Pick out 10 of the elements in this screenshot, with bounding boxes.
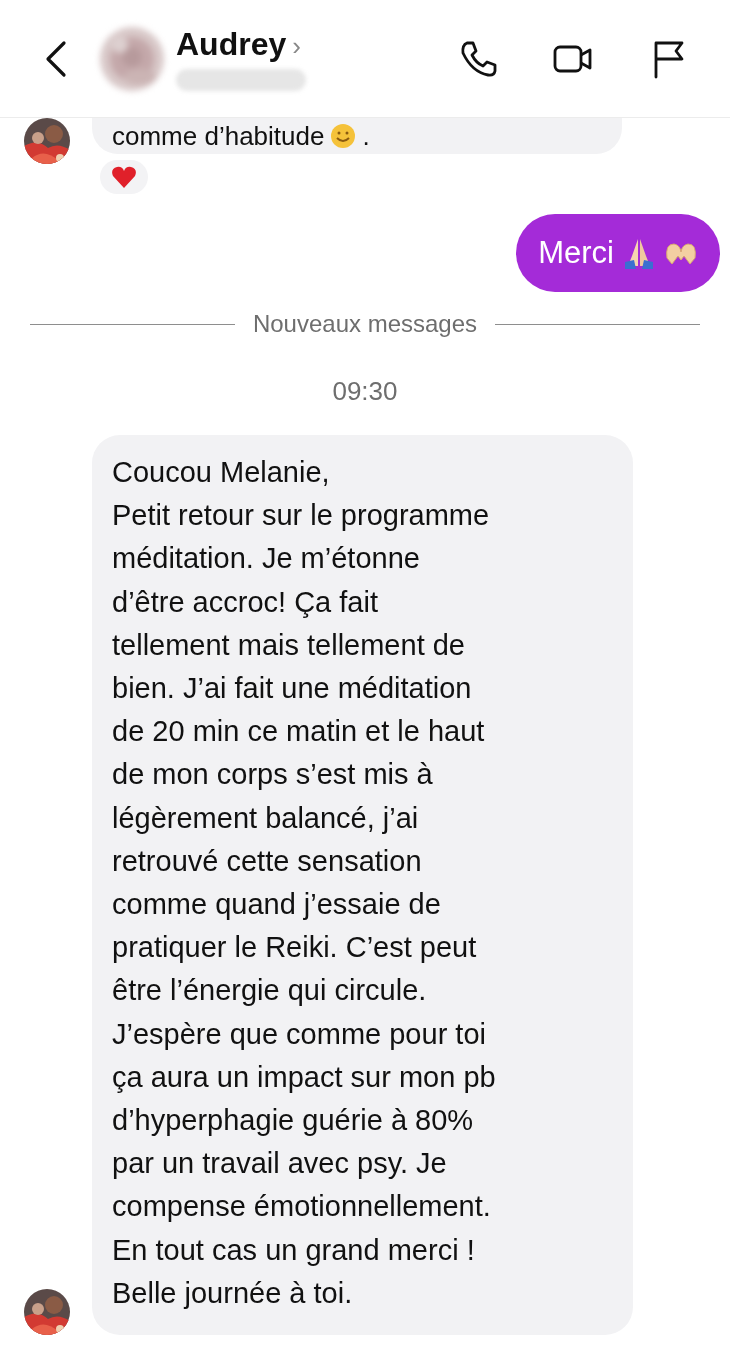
- heart-icon: [111, 165, 137, 189]
- divider-label: Nouveaux messages: [252, 310, 478, 338]
- message-text: Merci: [538, 235, 614, 271]
- smiley-icon: [330, 123, 357, 149]
- message-text: comme d’habitude: [112, 121, 325, 151]
- contact-name[interactable]: Audrey: [176, 26, 287, 63]
- message-text: .: [362, 121, 370, 151]
- timestamp: 09:30: [332, 376, 398, 406]
- message-text: Coucou Melanie, Petit retour sur le programme méditation. Je m’étonne d’être accroc! Ça fait tellement mais tellement de bien. J’ai fait une méditation de 20 min ce matin et le haut de mon corps s’est mis à légèrement balancé, j’ai retrouvé cette sensation comme quand j’essaie de pratiquer le Reiki. C’est peut être l’énergie qui circule. J’espère que comme pour toi ça aura un impact sur mon pb d’hyperphagie guérie à 80% par un travail avec psy. Je compense émotionnellement. En tout cas un grand merci ! Belle journée à toi.: [112, 455, 497, 1311]
- chevron-icon[interactable]: ›: [292, 31, 301, 62]
